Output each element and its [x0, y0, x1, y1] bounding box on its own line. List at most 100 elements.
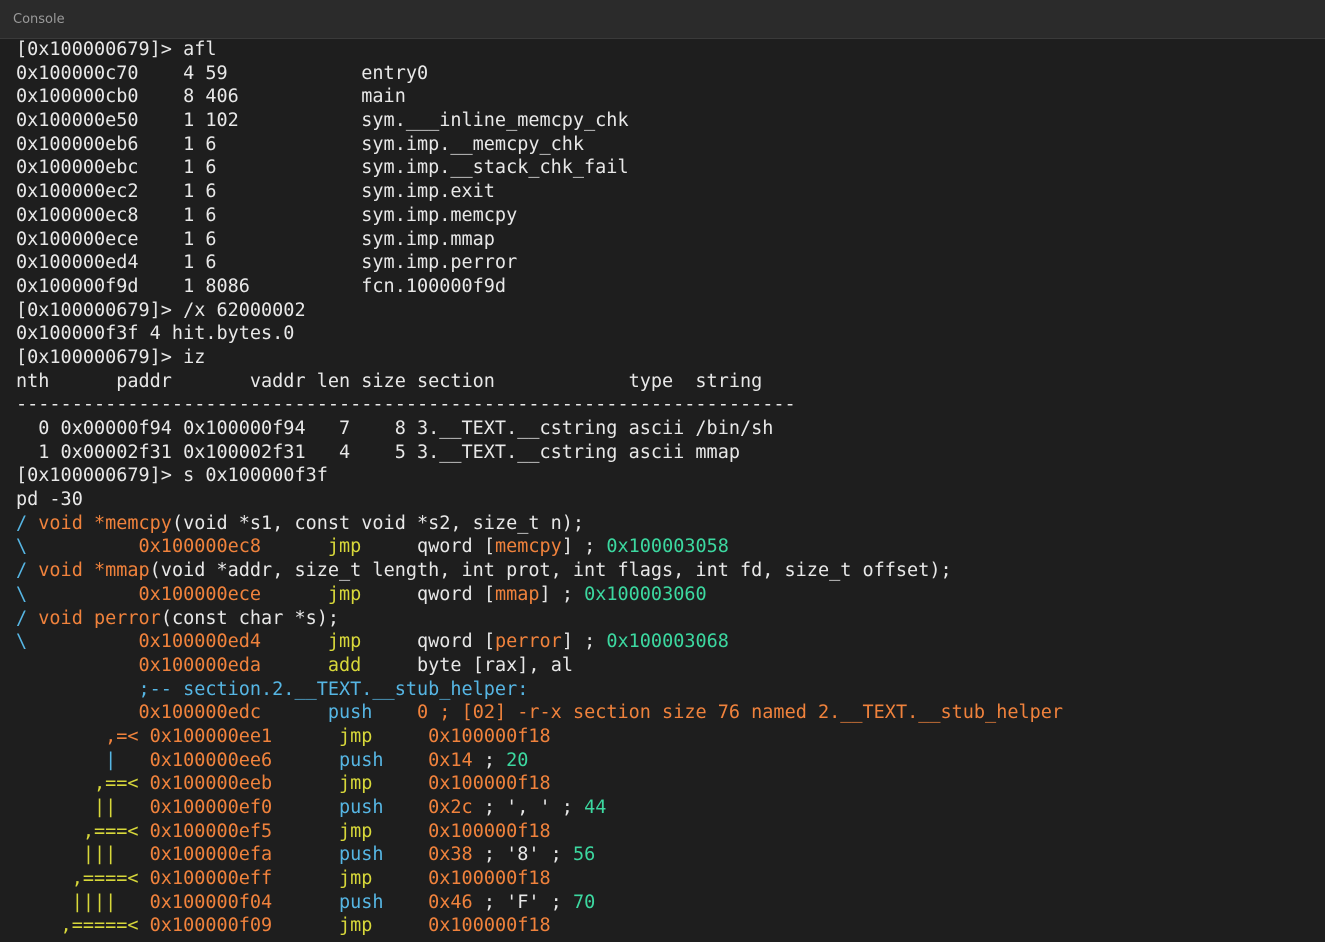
console-line: / void *mmap(void *addr, size_t length, …	[16, 559, 1325, 583]
console-text-segment: nth paddr vaddr len size section type st…	[16, 370, 763, 392]
console-text-segment: 0x100000eeb	[149, 773, 273, 795]
console-line: 0x100000f9d 1 8086 fcn.100000f9d	[16, 275, 1325, 299]
console-line: [0x100000679]> s 0x100000f3f	[16, 464, 1325, 488]
console-line: / void perror(const char *s);	[16, 607, 1325, 631]
console-text-segment: 0x100000ec8	[138, 536, 262, 558]
console-text-segment	[261, 702, 328, 723]
console-text-segment: qword	[361, 583, 484, 605]
console-text-segment: 0x100000eb6 1 6 sym.imp.__memcpy_chk	[16, 133, 585, 155]
console-text-segment: 0x100000ec8 1 6 sym.imp.memcpy	[16, 204, 518, 226]
console-line: 0 0x00000f94 0x100000f94 7 8 3.__TEXT.__…	[16, 417, 1325, 441]
console-text-segment: jmp	[327, 583, 362, 605]
console-text-segment	[372, 821, 428, 842]
console-text-segment	[372, 726, 428, 747]
console-text-segment: ],	[517, 654, 551, 676]
console-text-segment: 0x38	[428, 844, 473, 866]
console-text-segment: 1 0x00002f31 0x100002f31 4 5 3.__TEXT.__…	[16, 441, 740, 463]
console-text-segment	[384, 892, 429, 913]
console-text-segment: ;	[572, 631, 607, 653]
console-text-segment: ; '8' ;	[472, 844, 573, 866]
console-line: 0x100000ed4 1 6 sym.imp.perror	[16, 251, 1325, 275]
console-text-segment: 0x100000f18	[428, 820, 551, 842]
console-text-segment	[261, 536, 328, 557]
console-text-segment: 0x100000e50 1 102 sym.___inline_memcpy_c…	[16, 110, 629, 132]
console-text-segment: ,===<	[16, 820, 150, 842]
console-text-segment: 0x46	[428, 891, 473, 913]
console-text-segment	[372, 702, 417, 723]
console-text-segment: ;	[472, 749, 507, 771]
console-text-segment: 0x100000ece	[138, 583, 262, 605]
console-text-segment: 0x100000f18	[428, 868, 551, 890]
console-text-segment: void *mmap	[38, 560, 150, 582]
console-text-segment: 0x14	[428, 749, 473, 771]
console-text-segment: ,=<	[16, 725, 150, 747]
console-text-segment	[372, 915, 428, 936]
console-text-segment: push	[339, 749, 384, 771]
console-text-segment: jmp	[327, 536, 362, 558]
console-text-segment	[372, 773, 428, 794]
console-line: [0x100000679]> /x 62000002	[16, 299, 1325, 323]
console-text-segment: 0x100000ee1	[149, 725, 273, 747]
console-line: 0x100000ec2 1 6 sym.imp.exit	[16, 180, 1325, 204]
console-text-segment: void *memcpy	[38, 512, 172, 534]
console-text-segment	[16, 702, 139, 723]
console-line: ----------------------------------------…	[16, 393, 1325, 417]
console-text-segment: (const char *s);	[160, 607, 340, 629]
console-line: 0x100000ece 1 6 sym.imp.mmap	[16, 228, 1325, 252]
console-text-segment: 0x100000ec2 1 6 sym.imp.exit	[16, 181, 495, 203]
console-text-segment	[272, 915, 339, 936]
console-text-segment: 0x100000ed4	[138, 631, 262, 653]
console-text-segment: [	[483, 631, 495, 653]
console-text-segment: pd -30	[16, 489, 83, 511]
console-text-segment: perror	[494, 631, 562, 653]
console-text-segment	[272, 868, 339, 889]
console-text-segment: 0x100000f3f 4 hit.bytes.0	[16, 323, 295, 345]
console-tab-label[interactable]: Console	[13, 12, 65, 27]
console-line: 0x100000c70 4 59 entry0	[16, 62, 1325, 86]
console-text-segment: 0x100000f18	[428, 915, 551, 937]
console-text-segment: al	[550, 654, 573, 676]
console-line: 0x100000eb6 1 6 sym.imp.__memcpy_chk	[16, 133, 1325, 157]
console-text-segment: 0x100000ed4 1 6 sym.imp.perror	[16, 252, 518, 274]
console-line: |||| 0x100000f04 push 0x46 ; 'F' ; 70	[16, 891, 1325, 915]
console-text-segment	[16, 655, 139, 676]
console-text-segment: 0x100000eda	[138, 654, 262, 676]
console-text-segment	[261, 655, 328, 676]
console-output[interactable]: [0x100000679]> afl 0x100000c70 4 59 entry…	[16, 38, 1325, 942]
console-text-segment: ||	[16, 797, 150, 818]
console-text-segment: \	[16, 631, 139, 653]
console-text-segment: ; 'F' ;	[472, 891, 573, 913]
console-line: 0x100000ec8 1 6 sym.imp.memcpy	[16, 204, 1325, 228]
console-text-segment: qword	[361, 536, 484, 558]
console-line: ||| 0x100000efa push 0x38 ; '8' ; 56	[16, 843, 1325, 867]
console-text-segment: ;-- section.2.__TEXT.__stub_helper:	[16, 678, 529, 700]
console-text-segment: /	[16, 607, 39, 629]
console-text-segment: add	[327, 654, 362, 676]
console-line: / void *memcpy(void *s1, const void *s2,…	[16, 512, 1325, 536]
console-text-segment: push	[327, 702, 373, 724]
console-line: 1 0x00002f31 0x100002f31 4 5 3.__TEXT.__…	[16, 441, 1325, 465]
console-text-segment: void perror	[38, 607, 161, 629]
console-text-segment: 0x100000ebc 1 6 sym.imp.__stack_chk_fail	[16, 157, 629, 179]
console-text-segment: jmp	[327, 631, 362, 653]
console-text-segment: 0x100000f04	[149, 891, 273, 913]
console-titlebar: Console	[0, 0, 1325, 39]
console-line: pd -30	[16, 488, 1325, 512]
console-text-segment	[272, 821, 339, 842]
console-text-segment	[372, 868, 428, 889]
console-text-segment	[272, 773, 339, 794]
console-text-segment: ; ', ' ;	[472, 797, 585, 818]
console-text-segment: [0x100000679]> iz	[16, 346, 206, 368]
console-text-segment: rax	[483, 654, 518, 676]
console-text-segment: 0x100000f18	[428, 773, 551, 795]
console-text-segment: ]	[539, 583, 551, 605]
console-text-segment: \	[16, 536, 139, 558]
console-text-segment: [0x100000679]> /x 62000002	[16, 299, 306, 321]
console-text-segment: 0x100000efa	[149, 844, 273, 866]
console-text-segment: 0x100000edc	[138, 702, 262, 724]
console-text-segment	[261, 631, 328, 652]
console-text-segment: ,=====<	[16, 915, 150, 937]
console-text-segment: memcpy	[494, 536, 562, 558]
console-line: [0x100000679]> iz	[16, 346, 1325, 370]
console-text-segment	[272, 726, 339, 747]
